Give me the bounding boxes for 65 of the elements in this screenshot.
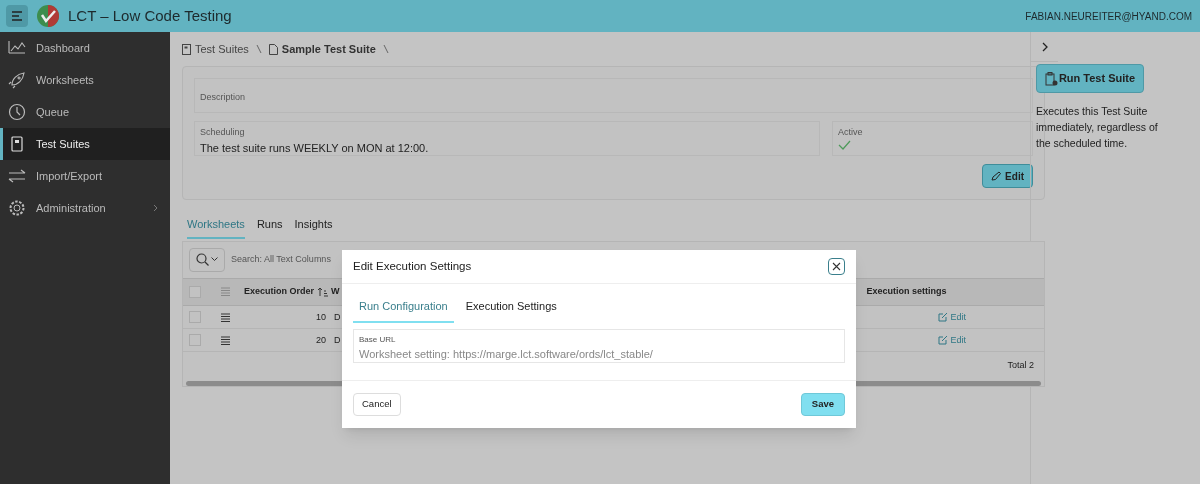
run-description: Executes this Test Suite immediately, regardless of the scheduled time.	[1036, 104, 1159, 151]
tab[interactable]: Runs	[256, 216, 283, 239]
column-header[interactable]: Execution settings	[866, 285, 947, 299]
tab[interactable]: Insights	[294, 216, 333, 239]
notebook-icon	[182, 43, 191, 55]
drag-handle-icon[interactable]	[221, 312, 230, 322]
search-menu-button[interactable]	[189, 247, 225, 272]
sidebar-item[interactable]: Import/Export	[0, 160, 170, 192]
settings-icon	[8, 199, 26, 217]
column-header[interactable]: Execution Order	[244, 285, 315, 299]
app-title: LCT – Low Code Testing	[68, 5, 232, 26]
row-checkbox[interactable]	[189, 311, 201, 324]
close-icon	[832, 262, 841, 271]
notebook-icon	[8, 135, 26, 153]
field-label: Base URL	[359, 333, 397, 346]
total-count: Total 2	[1007, 359, 1034, 373]
select-all-checkbox[interactable]	[189, 285, 201, 298]
run-test-suite-button[interactable]: Run Test Suite	[1036, 64, 1144, 93]
search-icon	[196, 253, 209, 267]
breadcrumb-current: Sample Test Suite	[281, 41, 376, 57]
drag-handle-icon	[221, 287, 230, 297]
sidebar-item[interactable]: Test Suites	[0, 128, 170, 160]
sidebar-item[interactable]: Administration	[0, 192, 170, 224]
dialog-title: Edit Execution Settings	[353, 258, 472, 274]
pencil-icon	[991, 171, 1002, 181]
edit-icon	[937, 335, 948, 346]
edit-icon	[937, 312, 948, 323]
edit-button[interactable]: Edit	[982, 164, 1033, 188]
field-label: Description	[200, 92, 246, 102]
table-cell-text: 20	[315, 333, 326, 347]
user-name[interactable]: FABIAN.NEUREITER@HYAND.COM	[1025, 8, 1192, 24]
save-button[interactable]: Save	[800, 393, 845, 416]
sidebar-item[interactable]: Dashboard	[0, 32, 170, 64]
close-button[interactable]	[828, 258, 845, 275]
line-chart-icon	[8, 39, 26, 57]
chevron-right-icon	[1041, 41, 1048, 52]
chevron-right-icon	[153, 204, 158, 212]
swap-arrows-icon	[8, 167, 26, 185]
rocket-icon	[8, 71, 26, 89]
sidebar-item[interactable]: Queue	[0, 96, 170, 128]
table-cell: D	[334, 333, 341, 347]
breadcrumb-link[interactable]: Test Suites	[195, 40, 249, 58]
sidebar-item[interactable]: Worksheets	[0, 64, 170, 96]
field-value: The test suite runs WEEKLY on MON at 12:00.	[200, 140, 430, 156]
field-label: Scheduling	[200, 126, 246, 139]
caret-icon	[211, 257, 218, 263]
tab[interactable]: Execution Settings	[465, 298, 557, 323]
clipboard-icon	[1044, 71, 1058, 86]
tab[interactable]: Run Configuration	[353, 298, 454, 323]
base-url-input[interactable]: Worksheet setting: https://marge.lct.software/ords/lct_stable/	[359, 345, 839, 362]
row-checkbox[interactable]	[189, 334, 201, 347]
table-cell-text: 10	[315, 310, 326, 324]
menu-icon[interactable]	[6, 5, 28, 27]
column-header[interactable]: W	[331, 285, 340, 299]
drag-handle-icon[interactable]	[221, 335, 230, 345]
breadcrumb-separator-icon	[382, 44, 389, 54]
field-label: Active	[838, 126, 864, 139]
clock-icon	[8, 103, 26, 121]
breadcrumb-separator-icon	[255, 44, 262, 54]
logo-icon	[36, 4, 60, 28]
document-icon	[268, 43, 278, 55]
table-cell: D	[334, 310, 341, 324]
base-url-field[interactable]: Base URL Worksheet setting: https://marge.lct.software/ords/lct_stable/	[353, 328, 845, 363]
sort-ascending-icon[interactable]	[317, 286, 329, 297]
cancel-button[interactable]: Cancel	[353, 393, 401, 416]
